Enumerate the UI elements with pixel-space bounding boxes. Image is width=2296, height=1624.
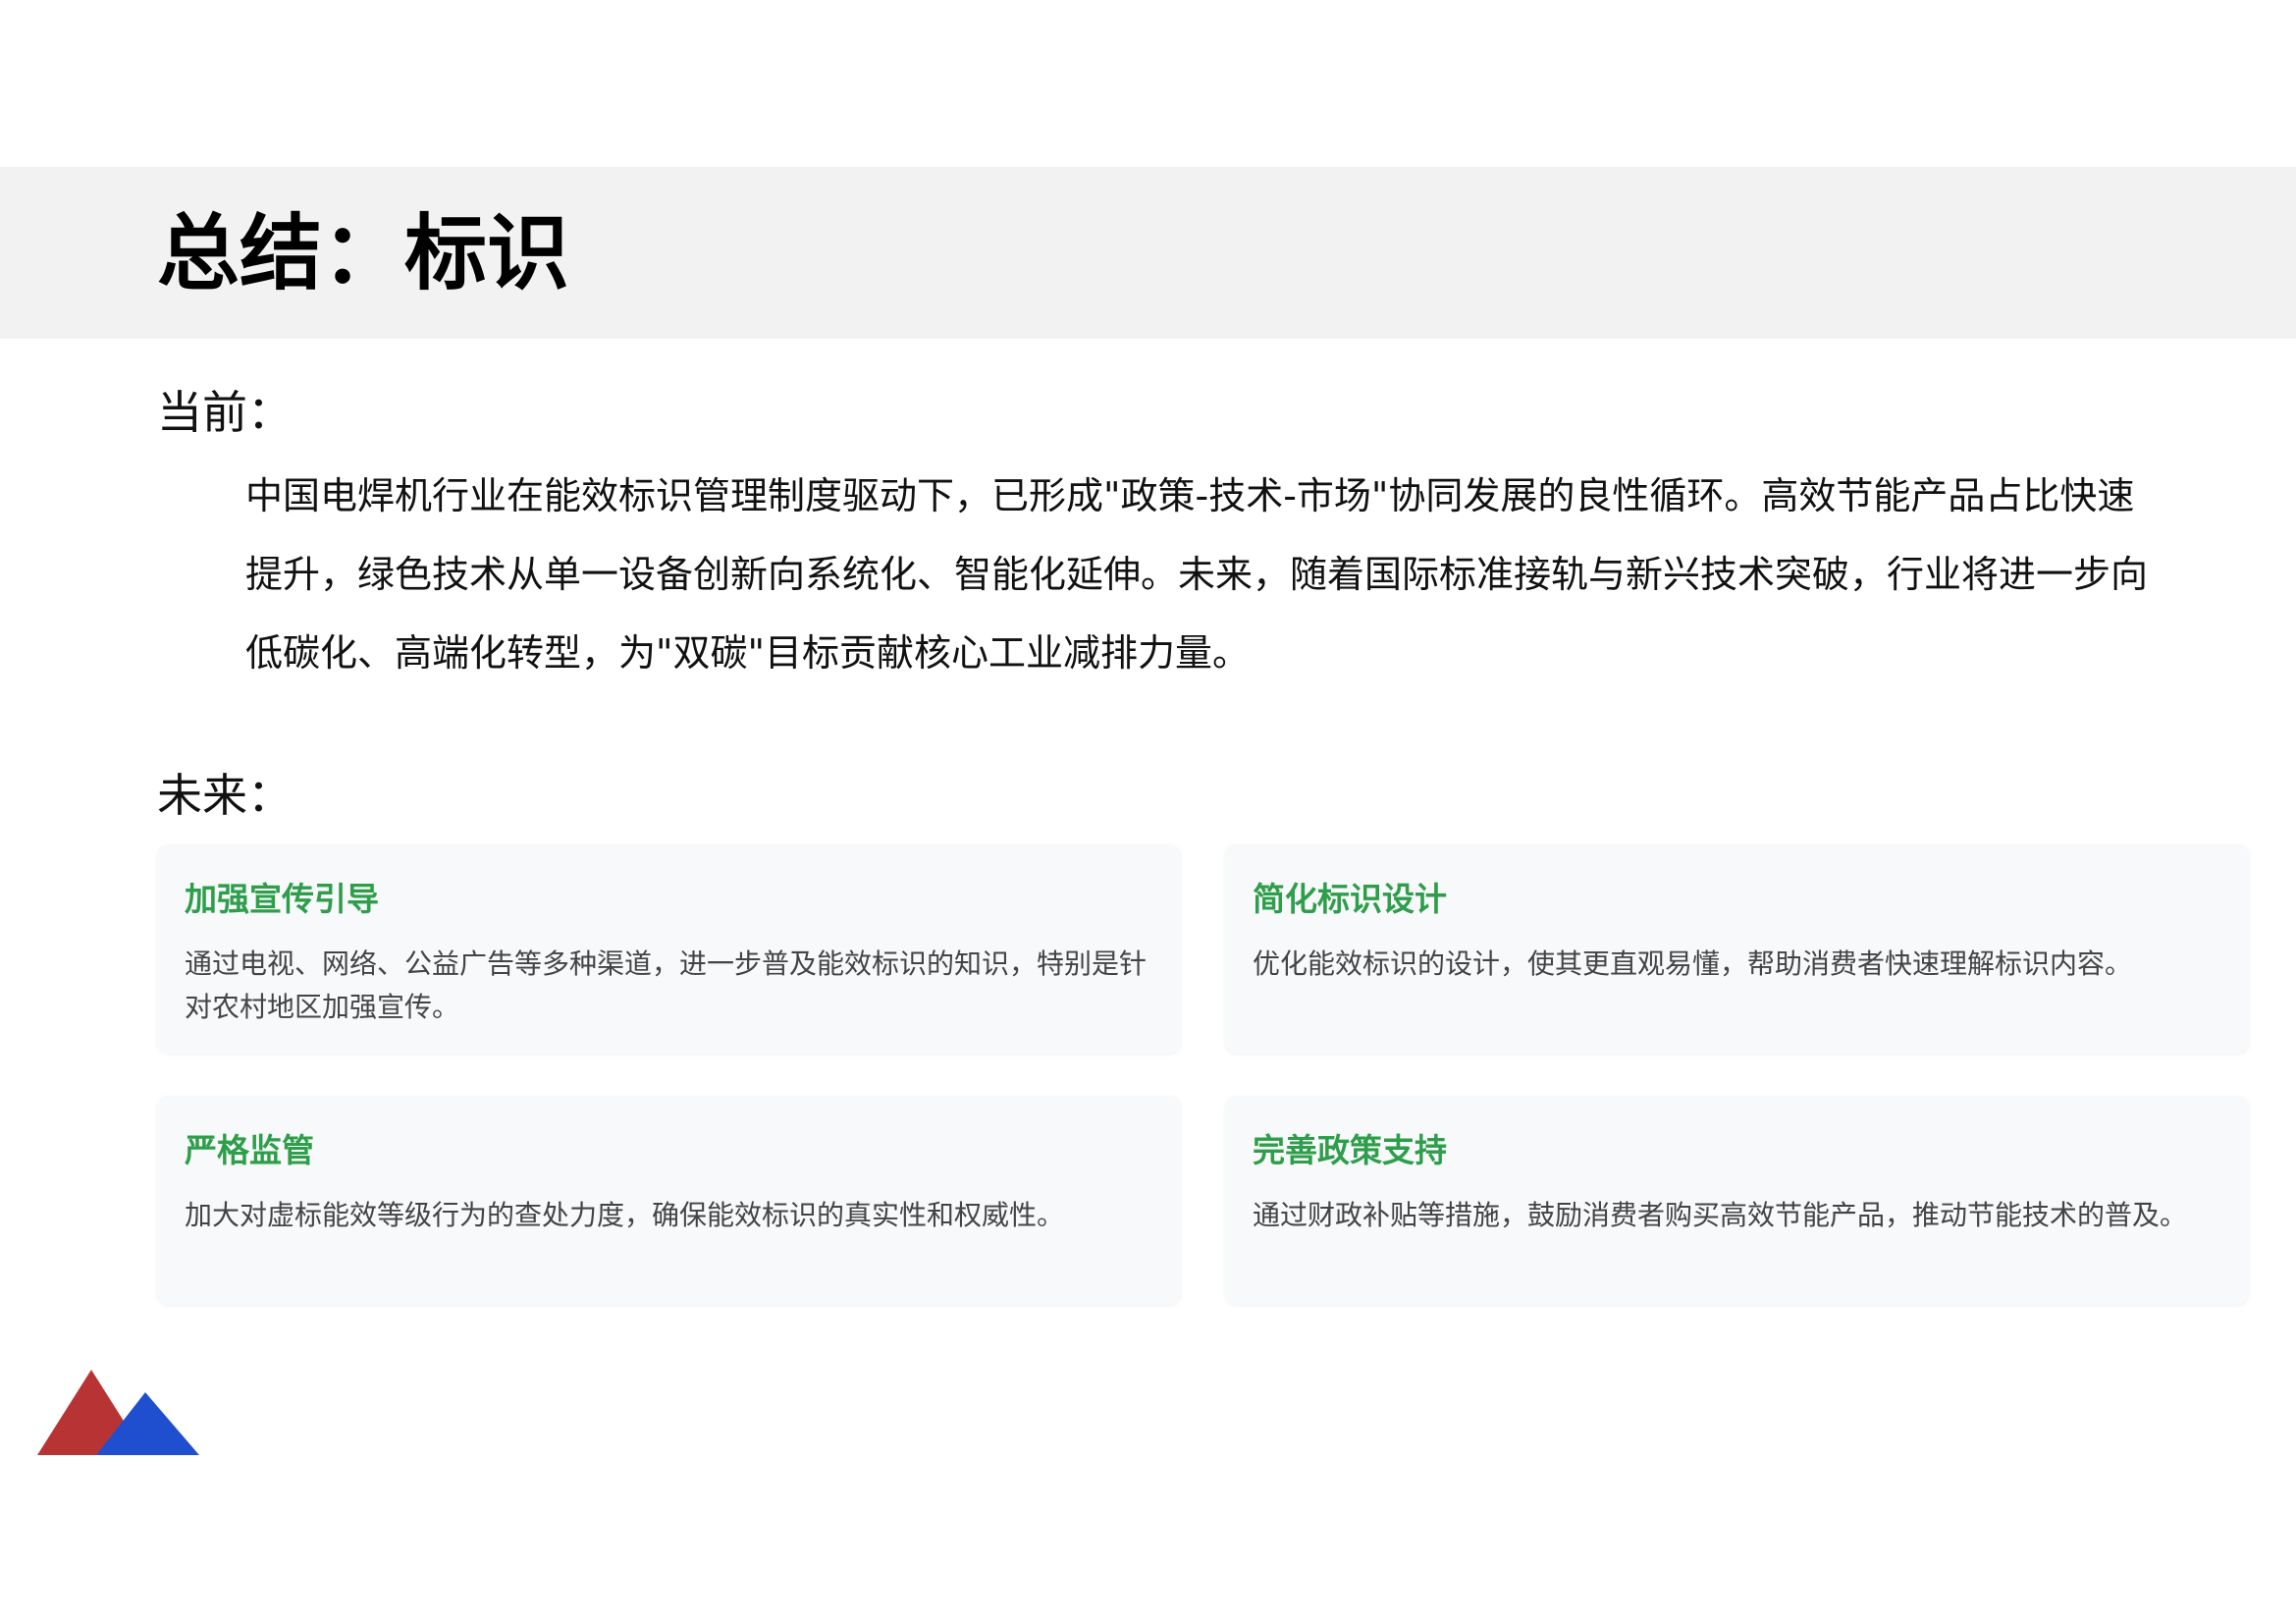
card-body: 优化能效标识的设计，使其更直观易懂，帮助消费者快速理解标识内容。: [1253, 947, 2133, 980]
mountain-logo-icon: [37, 1370, 199, 1455]
card-label-design: 简化标识设计 优化能效标识的设计，使其更直观易懂，帮助消费者快速理解标识内容。: [1225, 844, 2249, 1054]
card-title: 加强宣传引导: [185, 880, 379, 918]
section-label-current: 当前：: [157, 386, 293, 439]
card-promotion: 加强宣传引导 通过电视、网络、公益广告等多种渠道，进一步普及能效标识的知识，特别…: [157, 844, 1181, 1054]
section-label-future: 未来：: [157, 769, 293, 822]
page-title: 总结：标识: [157, 205, 570, 301]
card-title: 简化标识设计: [1253, 880, 1447, 918]
card-body: 通过电视、网络、公益广告等多种渠道，进一步普及能效标识的知识，特别是针对农村地区…: [185, 947, 1148, 1023]
card-policy-support: 完善政策支持 通过财政补贴等措施，鼓励消费者购买高效节能产品，推动节能技术的普及…: [1225, 1096, 2249, 1305]
card-supervision: 严格监管 加大对虚标能效等级行为的查处力度，确保能效标识的真实性和权威性。: [157, 1096, 1181, 1305]
card-title: 完善政策支持: [1253, 1131, 1447, 1169]
card-title: 严格监管: [185, 1131, 314, 1169]
card-body: 通过财政补贴等措施，鼓励消费者购买高效节能产品，推动节能技术的普及。: [1253, 1199, 2188, 1231]
summary-paragraph: 中国电焊机行业在能效标识管理制度驱动下，已形成"政策-技术-市场"协同发展的良性…: [245, 474, 2149, 675]
card-body: 加大对虚标能效等级行为的查处力度，确保能效标识的真实性和权威性。: [185, 1199, 1065, 1231]
